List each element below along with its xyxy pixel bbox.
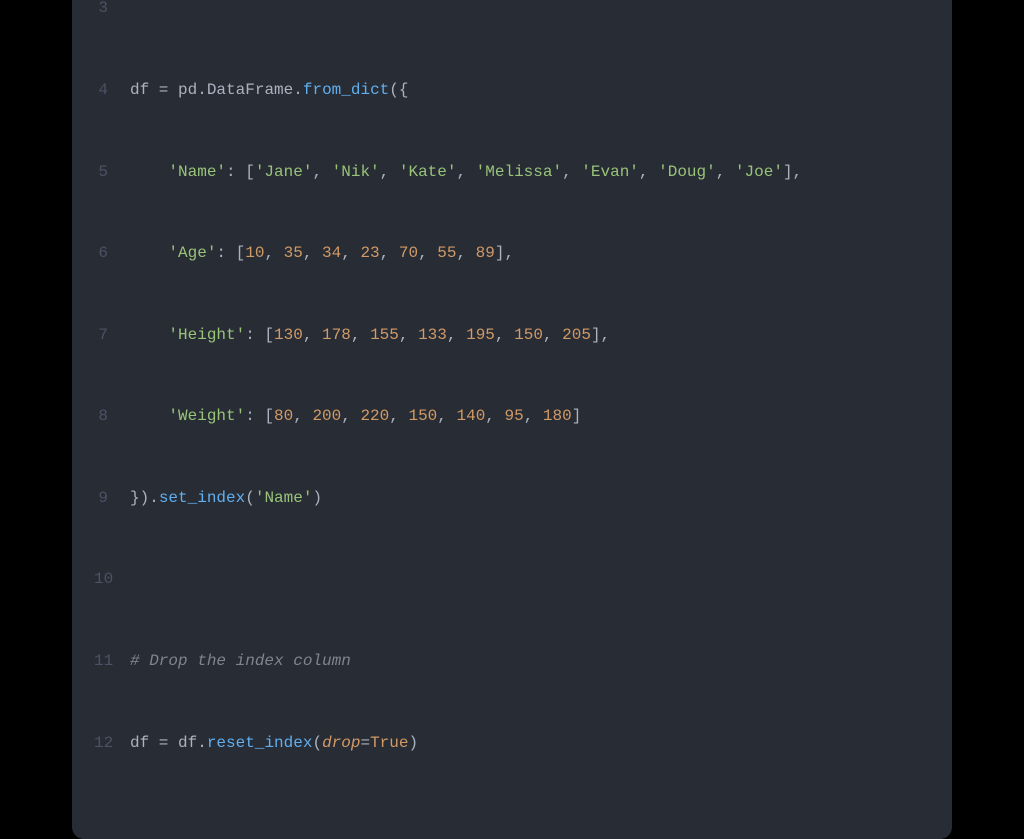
code-window: 1# Drop a Pandas Dataframe Index Column …	[72, 0, 952, 839]
line-number: 3	[94, 0, 130, 23]
code-line: 5 'Name': ['Jane', 'Nik', 'Kate', 'Melis…	[94, 159, 930, 186]
code-line: 12df = df.reset_index(drop=True)	[94, 730, 930, 757]
code-line: 11# Drop the index column	[94, 648, 930, 675]
code-line: 10	[94, 566, 930, 593]
code-line: 7 'Height': [130, 178, 155, 133, 195, 15…	[94, 322, 930, 349]
dict-key: 'Name'	[168, 159, 226, 186]
comment: # Drop the index column	[130, 648, 351, 675]
function-call: from_dict	[303, 77, 389, 104]
line-number: 4	[94, 77, 130, 104]
line-number: 12	[94, 730, 130, 757]
line-number: 6	[94, 240, 130, 267]
code-line: 6 'Age': [10, 35, 34, 23, 70, 55, 89],	[94, 240, 930, 267]
var: df	[130, 77, 149, 104]
bool-literal: True	[370, 730, 408, 757]
line-number: 7	[94, 322, 130, 349]
code-line: 8 'Weight': [80, 200, 220, 150, 140, 95,…	[94, 403, 930, 430]
code-line: 4df = pd.DataFrame.from_dict({	[94, 77, 930, 104]
dict-key: 'Height'	[168, 322, 245, 349]
kwarg: drop	[322, 730, 360, 757]
line-number: 9	[94, 485, 130, 512]
line-number: 10	[94, 566, 130, 593]
code-line: 9}).set_index('Name')	[94, 485, 930, 512]
dict-key: 'Age'	[168, 240, 216, 267]
line-number: 8	[94, 403, 130, 430]
line-number: 11	[94, 648, 130, 675]
code-line: 3	[94, 0, 930, 23]
code-block: 1# Drop a Pandas Dataframe Index Column …	[72, 0, 952, 811]
dict-key: 'Weight'	[168, 403, 245, 430]
line-number: 5	[94, 159, 130, 186]
function-call: set_index	[159, 485, 245, 512]
function-call: reset_index	[207, 730, 313, 757]
